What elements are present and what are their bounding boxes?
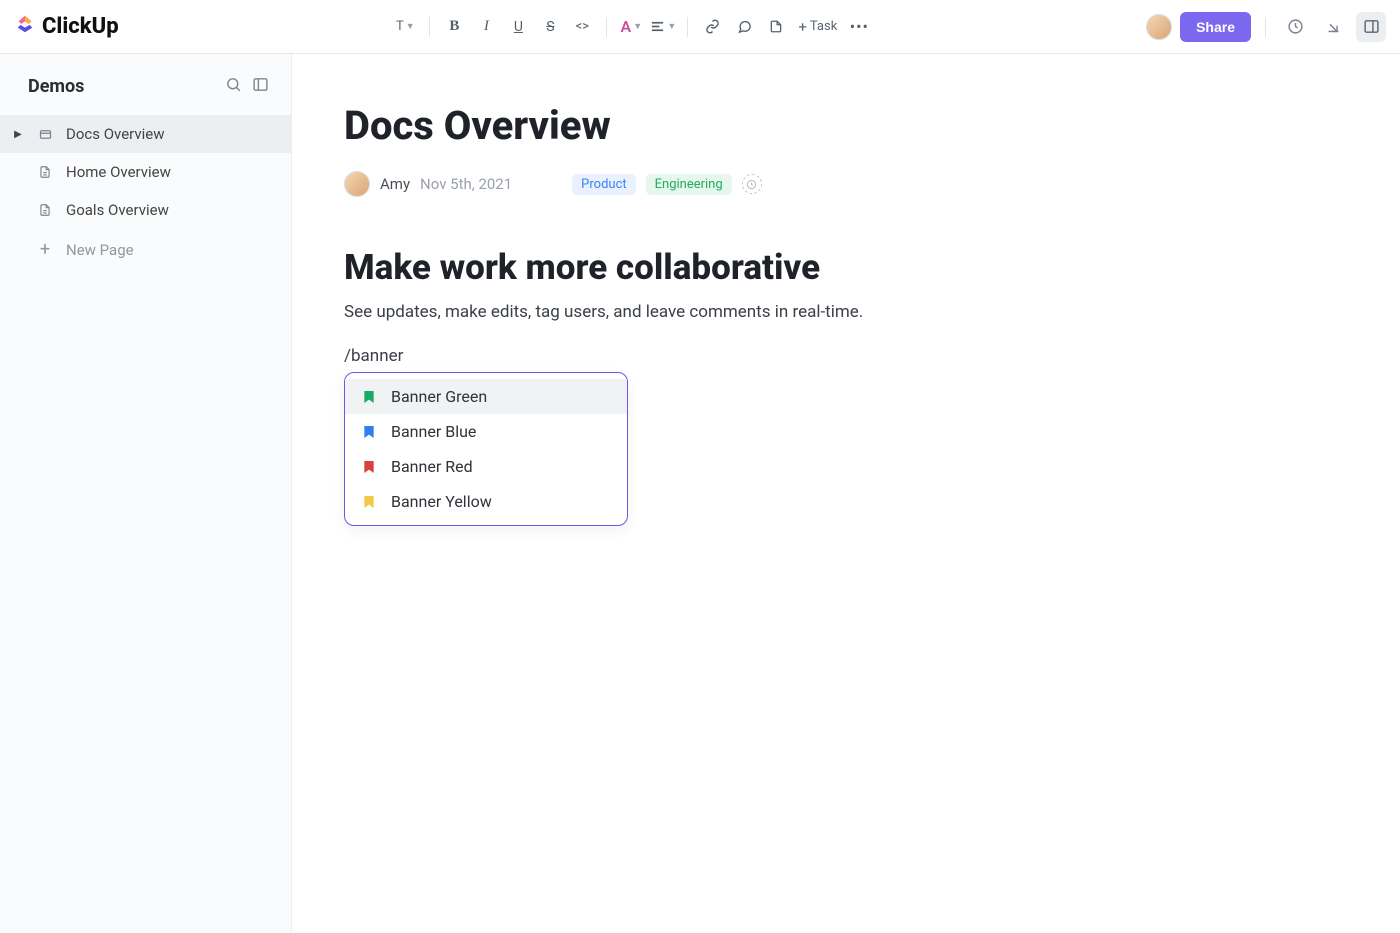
text-style-button[interactable]: T▼: [391, 13, 419, 41]
toolbar-right: Share: [1146, 12, 1386, 42]
chevron-down-icon: ▼: [406, 21, 415, 32]
doc-icon: [36, 202, 54, 218]
italic-button[interactable]: I: [472, 13, 500, 41]
doc-paragraph[interactable]: See updates, make edits, tag users, and …: [344, 302, 1244, 322]
separator: [687, 17, 688, 37]
main: Demos ▶ Docs Overview ▶: [0, 54, 1400, 933]
page-title[interactable]: Docs Overview: [344, 102, 1244, 149]
search-icon[interactable]: [225, 76, 242, 97]
tag-engineering[interactable]: Engineering: [646, 174, 732, 195]
align-button[interactable]: ▼: [649, 13, 677, 41]
menu-item-banner-red[interactable]: Banner Red: [345, 449, 627, 484]
author-avatar[interactable]: [344, 171, 370, 197]
page-button[interactable]: [762, 13, 790, 41]
link-button[interactable]: [698, 13, 726, 41]
font-color-button[interactable]: A▼: [617, 13, 645, 41]
plus-icon: +: [36, 239, 54, 260]
strikethrough-button[interactable]: S: [536, 13, 564, 41]
doc-icon: [36, 164, 54, 180]
slash-command-text[interactable]: /banner: [344, 346, 1244, 366]
author-name: Amy: [380, 175, 410, 193]
collapse-sidebar-icon[interactable]: [252, 76, 269, 97]
history-button[interactable]: [1280, 12, 1310, 42]
code-button[interactable]: <>: [568, 13, 596, 41]
menu-item-label: Banner Green: [391, 387, 487, 406]
bold-button[interactable]: B: [440, 13, 468, 41]
menu-item-banner-green[interactable]: Banner Green: [345, 379, 627, 414]
clickup-logo-icon: [14, 13, 36, 41]
sidebar-item-label: Home Overview: [66, 163, 171, 181]
panel-toggle-button[interactable]: [1356, 12, 1386, 42]
doc-heading[interactable]: Make work more collaborative: [344, 247, 1244, 288]
sidebar-item-label: Docs Overview: [66, 125, 165, 143]
bookmark-icon: [361, 388, 377, 406]
sidebar-item-goals-overview[interactable]: ▶ Goals Overview: [0, 191, 291, 229]
tag-product[interactable]: Product: [572, 174, 635, 195]
more-button[interactable]: •••: [845, 13, 873, 41]
doc-date: Nov 5th, 2021: [420, 175, 512, 193]
brand-name: ClickUp: [42, 14, 119, 39]
slash-menu: Banner Green Banner Blue Banner Red Bann…: [344, 372, 628, 526]
chevron-down-icon: ▼: [667, 21, 676, 32]
share-button[interactable]: Share: [1180, 12, 1251, 42]
topbar: ClickUp T▼ B I U S <> A▼ ▼: [0, 0, 1400, 54]
caret-right-icon: ▶: [12, 129, 24, 140]
sidebar-title: Demos: [28, 76, 84, 97]
bookmark-icon: [361, 458, 377, 476]
user-avatar[interactable]: [1146, 14, 1172, 40]
sidebar-item-docs-overview[interactable]: ▶ Docs Overview: [0, 115, 291, 153]
doc-stack-icon: [36, 127, 54, 142]
menu-item-label: Banner Yellow: [391, 492, 492, 511]
bookmark-icon: [361, 423, 377, 441]
sidebar-new-page[interactable]: ▶ + New Page: [0, 229, 291, 270]
bookmark-icon: [361, 493, 377, 511]
menu-item-label: Banner Blue: [391, 422, 476, 441]
menu-item-banner-blue[interactable]: Banner Blue: [345, 414, 627, 449]
sidebar-item-label: Goals Overview: [66, 201, 169, 219]
toolbar-center: T▼ B I U S <> A▼ ▼: [119, 13, 1146, 41]
sidebar: Demos ▶ Docs Overview ▶: [0, 54, 292, 933]
brand: ClickUp: [14, 13, 119, 41]
chevron-down-icon: ▼: [633, 21, 642, 32]
separator: [1265, 17, 1266, 37]
separator: [606, 17, 607, 37]
underline-button[interactable]: U: [504, 13, 532, 41]
doc-meta: Amy Nov 5th, 2021 Product Engineering: [344, 171, 1244, 197]
add-tag-button[interactable]: [742, 174, 762, 194]
document-area: Docs Overview Amy Nov 5th, 2021 Product …: [292, 54, 1400, 933]
sidebar-item-label: New Page: [66, 241, 134, 259]
comment-button[interactable]: [730, 13, 758, 41]
separator: [429, 17, 430, 37]
menu-item-banner-yellow[interactable]: Banner Yellow: [345, 484, 627, 519]
add-task-button[interactable]: +Task: [794, 13, 841, 41]
sidebar-item-home-overview[interactable]: ▶ Home Overview: [0, 153, 291, 191]
menu-item-label: Banner Red: [391, 457, 473, 476]
download-button[interactable]: [1318, 12, 1348, 42]
